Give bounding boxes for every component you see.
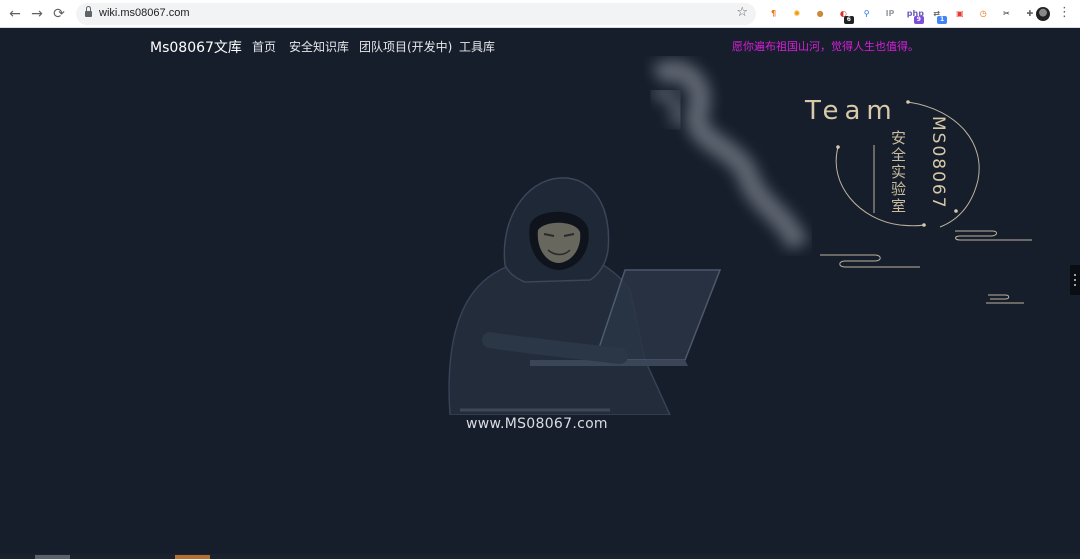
team-id-text: MS08067 [928, 116, 948, 210]
profile-avatar[interactable] [1036, 7, 1050, 21]
proxy-extension-icon[interactable]: ⇄ 1 [930, 7, 948, 24]
clock-extension-icon[interactable]: ◷ [977, 7, 990, 20]
nav-team-projects-link[interactable]: 团队项目(开发中) [359, 38, 452, 55]
back-arrow-icon[interactable]: ← [6, 5, 24, 23]
team-logo-word: Team [805, 96, 898, 126]
hooded-hacker-illustration [448, 177, 722, 415]
puzzle-extension-icon[interactable]: ✚ [1023, 7, 1036, 20]
extension-badge: 6 [843, 16, 854, 24]
bottom-strip-segment [175, 555, 210, 559]
bookmark-star-icon[interactable]: ☆ [736, 5, 748, 20]
side-panel-handle[interactable] [1070, 265, 1080, 295]
site-motto: 愿你遍布祖国山河，觉得人生也值得。 [732, 40, 919, 53]
site-header: Ms08067文库 首页 安全知识库 团队项目(开发中) 工具库 愿你遍布祖国山… [0, 28, 1080, 62]
nav-tools-link[interactable]: 工具库 [459, 38, 495, 55]
location-pin-extension-icon[interactable]: ⚲ [860, 7, 873, 20]
bottom-strip [0, 554, 1080, 559]
extension-badge: 9 [913, 16, 924, 24]
php-extension-icon[interactable]: php 9 [907, 7, 924, 24]
orange-extension-icon[interactable]: ✺ [790, 7, 803, 20]
pilcrow-extension-icon[interactable]: ¶ [767, 7, 780, 20]
team-logo-decoration [820, 100, 1032, 304]
bottom-strip-segment [35, 555, 70, 559]
nav-knowledge-base-link[interactable]: 安全知识库 [289, 38, 349, 55]
address-bar[interactable]: wiki.ms08067.com ☆ [76, 3, 756, 25]
team-lab-name: 安全实验室 [889, 130, 907, 215]
site-brand-link[interactable]: Ms08067文库 [150, 37, 242, 57]
image-extension-icon[interactable]: ▣ [953, 7, 966, 20]
browser-toolbar: ← → ⟳ wiki.ms08067.com ☆ ¶ ✺ ● ◐ 6 ⚲ IP php 9 ⇄ 1 ▣… [0, 0, 1080, 28]
scissors-extension-icon[interactable]: ✂ [1000, 7, 1013, 20]
reload-icon[interactable]: ⟳ [50, 5, 68, 23]
lock-icon [85, 6, 92, 18]
extension-badge: 1 [937, 16, 948, 24]
badge-extension-icon[interactable]: ◐ 6 [837, 7, 854, 24]
hero-website-text: www.MS08067.com [466, 416, 608, 432]
nav-home-link[interactable]: 首页 [252, 38, 276, 55]
cookie-extension-icon[interactable]: ● [814, 7, 827, 20]
address-bar-url[interactable]: wiki.ms08067.com [99, 7, 189, 19]
forward-arrow-icon[interactable]: → [28, 5, 46, 23]
browser-menu-icon[interactable]: ⋮ [1058, 5, 1071, 20]
ip-extension-icon[interactable]: IP [884, 7, 897, 20]
